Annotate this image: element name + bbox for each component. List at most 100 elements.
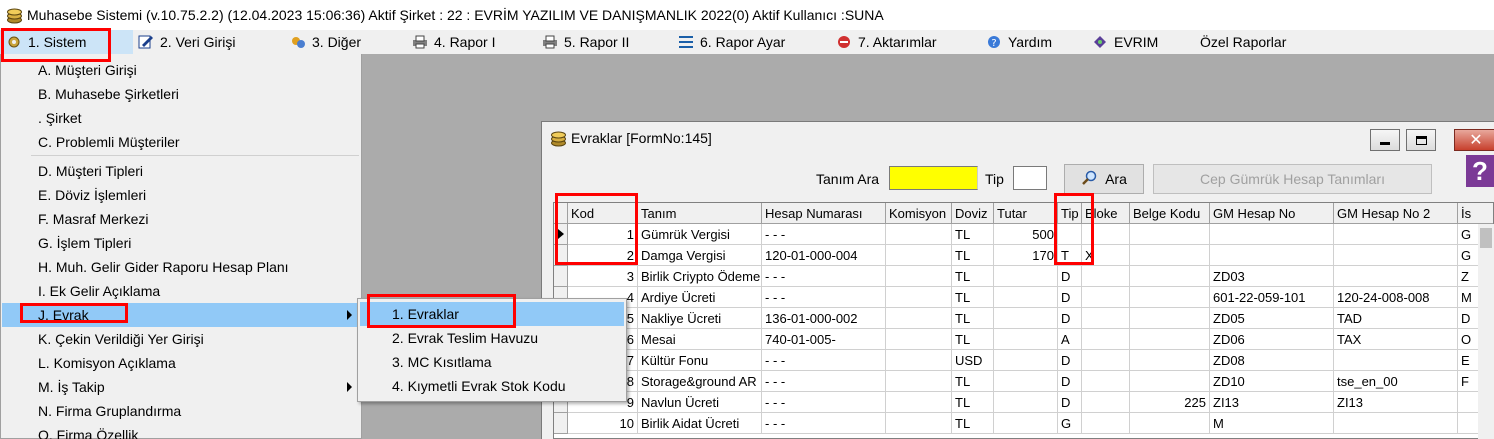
table-cell[interactable]	[1334, 245, 1458, 266]
table-cell[interactable]	[1210, 245, 1334, 266]
tip-input[interactable]	[1013, 166, 1047, 190]
table-cell[interactable]: TL	[952, 266, 994, 287]
menu-item-musteri-tipleri[interactable]: D. Müşteri Tipleri	[2, 159, 360, 183]
menu-item-musteri-girisi[interactable]: A. Müşteri Girişi	[2, 58, 360, 82]
table-cell[interactable]	[1130, 224, 1210, 245]
table-cell[interactable]	[994, 266, 1058, 287]
table-cell[interactable]: Birlik Criypto Ödeme	[638, 266, 762, 287]
menu-evrim[interactable]: EVRIM	[1092, 30, 1158, 54]
table-cell[interactable]	[886, 371, 952, 392]
menu-aktarimlar[interactable]: 7. Aktarımlar	[836, 30, 937, 54]
table-cell[interactable]	[1082, 308, 1130, 329]
table-cell[interactable]: ZI13	[1334, 392, 1458, 413]
table-cell[interactable]: - - -	[762, 392, 886, 413]
table-cell[interactable]: Navlun Ücreti	[638, 392, 762, 413]
menu-item-firma-gruplandirma[interactable]: N. Firma Gruplandırma	[2, 399, 360, 423]
table-cell[interactable]: D	[1058, 266, 1082, 287]
table-cell[interactable]: TL	[952, 371, 994, 392]
menu-item-cekin-verildigi-yer[interactable]: K. Çekin Verildiği Yer Girişi	[2, 327, 360, 351]
menu-item-islem-tipleri[interactable]: G. İşlem Tipleri	[2, 231, 360, 255]
table-cell[interactable]: 120-24-008-008	[1334, 287, 1458, 308]
menu-item-problemli-musteriler[interactable]: C. Problemli Müşteriler	[2, 130, 360, 154]
table-cell[interactable]: 1	[568, 224, 638, 245]
table-cell[interactable]: D	[1058, 371, 1082, 392]
table-cell[interactable]	[1082, 329, 1130, 350]
table-cell[interactable]: tse_en_00	[1334, 371, 1458, 392]
menu-item-firma-ozellik[interactable]: O. Firma Özellik	[2, 423, 360, 439]
table-cell[interactable]	[1082, 350, 1130, 371]
table-cell[interactable]: TL	[952, 392, 994, 413]
table-cell[interactable]: 120-01-000-004	[762, 245, 886, 266]
table-cell[interactable]: 136-01-000-002	[762, 308, 886, 329]
row-indicator[interactable]	[554, 413, 568, 434]
table-cell[interactable]: Nakliye Ücreti	[638, 308, 762, 329]
table-cell[interactable]: D	[1058, 308, 1082, 329]
table-cell[interactable]: Storage&ground AR	[638, 371, 762, 392]
submenu-item-kiymetli-evrak-stok-kodu[interactable]: 4. Kıymetli Evrak Stok Kodu	[360, 374, 624, 398]
table-cell[interactable]: D	[1058, 392, 1082, 413]
table-cell[interactable]	[886, 413, 952, 434]
table-cell[interactable]	[1082, 371, 1130, 392]
ara-button[interactable]: Ara	[1064, 164, 1144, 194]
table-cell[interactable]: 2	[568, 245, 638, 266]
table-cell[interactable]: 500	[994, 224, 1058, 245]
table-cell[interactable]	[994, 287, 1058, 308]
table-cell[interactable]: G	[1058, 413, 1082, 434]
table-cell[interactable]: - - -	[762, 224, 886, 245]
submenu-item-mc-kisitlama[interactable]: 3. MC Kısıtlama	[360, 350, 624, 374]
cep-gumruk-button[interactable]: Cep Gümrük Hesap Tanımları	[1153, 164, 1432, 194]
column-header[interactable]: Tip	[1058, 203, 1082, 224]
table-cell[interactable]	[886, 350, 952, 371]
close-button[interactable]: ✕	[1454, 129, 1494, 151]
table-cell[interactable]: TAX	[1334, 329, 1458, 350]
table-cell[interactable]: - - -	[762, 371, 886, 392]
table-cell[interactable]	[1334, 350, 1458, 371]
table-cell[interactable]: ZD08	[1210, 350, 1334, 371]
table-cell[interactable]	[886, 245, 952, 266]
question-mark-icon[interactable]: ?	[1466, 155, 1494, 187]
column-header[interactable]: Hesap Numarası	[762, 203, 886, 224]
table-cell[interactable]: ZD06	[1210, 329, 1334, 350]
table-cell[interactable]	[1130, 329, 1210, 350]
menu-rapor-1[interactable]: 4. Rapor I	[412, 30, 495, 54]
menu-item-komisyon-aciklama[interactable]: L. Komisyon Açıklama	[2, 351, 360, 375]
table-cell[interactable]: USD	[952, 350, 994, 371]
table-cell[interactable]	[1130, 245, 1210, 266]
table-cell[interactable]	[1130, 308, 1210, 329]
table-cell[interactable]	[886, 266, 952, 287]
column-header[interactable]: Tanım	[638, 203, 762, 224]
menu-item-ek-gelir-aciklama[interactable]: I. Ek Gelir Açıklama	[2, 279, 360, 303]
row-indicator[interactable]	[554, 266, 568, 287]
table-cell[interactable]: - - -	[762, 413, 886, 434]
table-cell[interactable]: TL	[952, 413, 994, 434]
menu-item-muhasebe-sirketleri[interactable]: B. Muhasebe Şirketleri	[2, 82, 360, 106]
table-cell[interactable]: 601-22-059-101	[1210, 287, 1334, 308]
table-cell[interactable]	[1130, 371, 1210, 392]
table-cell[interactable]	[1130, 413, 1210, 434]
table-cell[interactable]	[1082, 287, 1130, 308]
table-cell[interactable]: TL	[952, 329, 994, 350]
column-header[interactable]: Tutar	[994, 203, 1058, 224]
table-cell[interactable]: ZI13	[1210, 392, 1334, 413]
table-cell[interactable]: TL	[952, 308, 994, 329]
table-cell[interactable]	[1130, 287, 1210, 308]
menu-sistem[interactable]: 1. Sistem	[0, 30, 133, 54]
maximize-button[interactable]	[1406, 129, 1436, 151]
table-cell[interactable]: Mesai	[638, 329, 762, 350]
table-cell[interactable]: Birlik Aidat Ücreti	[638, 413, 762, 434]
table-cell[interactable]	[1082, 266, 1130, 287]
table-cell[interactable]: A	[1058, 329, 1082, 350]
table-cell[interactable]: M	[1210, 413, 1334, 434]
table-cell[interactable]	[886, 308, 952, 329]
menu-veri-girisi[interactable]: 2. Veri Girişi	[138, 30, 235, 54]
table-cell[interactable]: T	[1058, 245, 1082, 266]
column-header[interactable]: Komisyon	[886, 203, 952, 224]
table-cell[interactable]	[1130, 350, 1210, 371]
table-cell[interactable]	[1334, 224, 1458, 245]
column-header[interactable]: İs	[1458, 203, 1493, 224]
table-cell[interactable]: ZD05	[1210, 308, 1334, 329]
column-header[interactable]: GM Hesap No 2	[1334, 203, 1458, 224]
menu-ozel-raporlar[interactable]: Özel Raporlar	[1200, 30, 1286, 54]
menu-item-doviz-islemleri[interactable]: E. Döviz İşlemleri	[2, 183, 360, 207]
minimize-button[interactable]	[1370, 129, 1400, 151]
